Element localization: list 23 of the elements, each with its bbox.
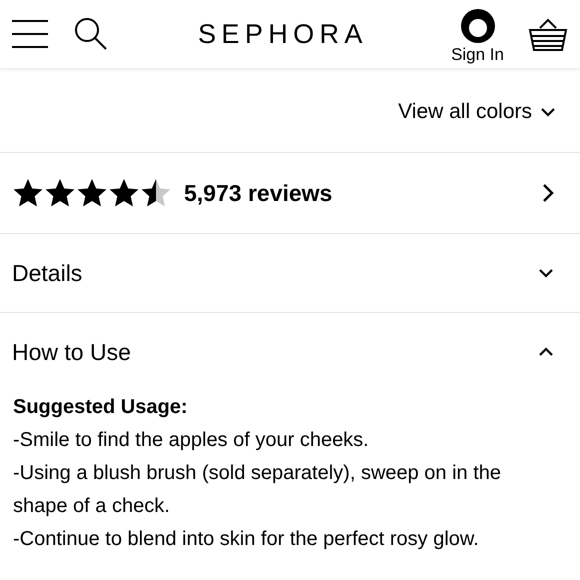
chevron-right-icon	[542, 183, 554, 203]
accordion-header[interactable]: How to Use	[0, 313, 580, 391]
search-icon[interactable]	[74, 17, 108, 51]
star-icon	[140, 177, 172, 209]
star-icon	[44, 177, 76, 209]
review-count: 5,973 reviews	[184, 178, 332, 208]
chevron-down-icon	[538, 268, 554, 278]
star-icon	[108, 177, 140, 209]
basket-icon[interactable]	[528, 16, 568, 52]
chevron-up-icon	[538, 347, 554, 357]
usage-text: -Continue to blend into skin for the perfect rosy glow.	[13, 527, 480, 552]
star-icon	[76, 177, 108, 209]
menu-icon[interactable]	[12, 20, 48, 48]
usage-heading: Suggested Usage:	[13, 395, 188, 420]
chevron-down-icon	[540, 107, 556, 117]
usage-text: -Smile to find the apples of your cheeks.	[13, 428, 370, 453]
view-all-colors-link[interactable]: View all colors	[398, 96, 556, 128]
accordion-header[interactable]: Details	[0, 234, 580, 312]
usage-text: -Using a blush brush (sold separately), sweep on in the shape of a check.	[13, 461, 502, 519]
reviews-row[interactable]: 5,973 reviews	[0, 153, 580, 234]
logo[interactable]: SEPHORA	[198, 14, 368, 54]
star-icon	[12, 177, 44, 209]
sign-in-button[interactable]: Sign In	[451, 8, 504, 66]
